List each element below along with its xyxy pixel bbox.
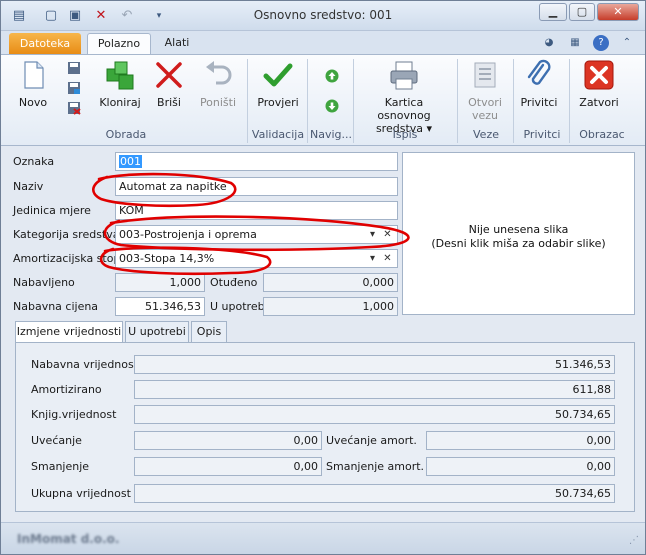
- label-nabavna-cijena: Nabavna cijena: [13, 300, 99, 313]
- oznaka-field[interactable]: 001: [115, 152, 398, 171]
- label-jedinica: Jedinica mjere: [13, 204, 91, 217]
- label-naziv: Naziv: [13, 180, 44, 193]
- save-small-icon[interactable]: [67, 61, 81, 75]
- tab-izmjene-vrijednosti[interactable]: Izmjene vrijednosti: [15, 321, 123, 343]
- open-link-button[interactable]: Otvori vezu: [463, 59, 507, 122]
- label-nabavljeno: Nabavljeno: [13, 276, 75, 289]
- group-label-navigacija: Navig...: [309, 128, 352, 141]
- delete-button[interactable]: Briši: [151, 59, 187, 109]
- label-uvecanje: Uvećanje: [31, 434, 82, 447]
- uvecanje-amort-field: 0,00: [426, 431, 615, 450]
- group-label-privitci: Privitci: [523, 128, 561, 141]
- label-u-upotrebi: U upotrebi: [210, 300, 268, 313]
- ribbon: Novo Kloniraj Briši Poništi Provjeri Kar…: [1, 54, 645, 146]
- save-delete-icon[interactable]: [67, 101, 81, 115]
- jedinica-field[interactable]: KOM: [115, 201, 398, 220]
- clone-icon: [106, 61, 134, 90]
- delete-x-icon: [156, 62, 182, 88]
- uvecanje-field: 0,00: [134, 431, 322, 450]
- nabavljeno-field: 1,000: [115, 273, 205, 292]
- undo-button[interactable]: Poništi: [195, 59, 241, 109]
- u-upotrebi-field: 1,000: [263, 297, 398, 316]
- arrow-down-icon[interactable]: [325, 99, 339, 113]
- label-amortizacija: Amortizacijska stopa: [13, 252, 128, 265]
- new-document-icon: [24, 61, 44, 89]
- close-form-button[interactable]: Zatvori: [577, 59, 621, 109]
- calculator-icon[interactable]: ▦: [567, 35, 583, 51]
- tab-u-upotrebi[interactable]: U upotrebi: [125, 321, 189, 342]
- group-label-obrada: Obrada: [105, 128, 147, 141]
- label-oznaka: Oznaka: [13, 155, 55, 168]
- nabavna-vrijednost-field: 51.346,53: [134, 355, 615, 374]
- clone-button[interactable]: Kloniraj: [95, 59, 145, 109]
- group-label-ispis: Ispis: [392, 128, 418, 141]
- naziv-field[interactable]: Automat za napitke: [115, 177, 398, 196]
- image-hint-text: (Desni klik miša za odabir slike): [431, 237, 606, 250]
- group-label-obrazac: Obrazac: [579, 128, 625, 141]
- label-nabavna-vrijednost: Nabavna vrijednost: [31, 358, 139, 371]
- label-smanjenje: Smanjenje: [31, 460, 90, 473]
- tab-opis[interactable]: Opis: [191, 321, 227, 342]
- help-icon[interactable]: ?: [593, 35, 609, 51]
- checkmark-icon: [263, 63, 293, 87]
- app-window: ▤ ▢ ▣ ✕ ↶ ▾ Osnovno sredstvo: 001 ▁ ▢ ✕ …: [0, 0, 646, 555]
- chevron-down-icon[interactable]: ▾: [365, 227, 380, 242]
- tab-tools[interactable]: Alati: [157, 33, 197, 55]
- clear-icon[interactable]: ✕: [380, 227, 395, 242]
- label-uvecanje-amort: Uvećanje amort.: [326, 434, 417, 447]
- chevron-down-icon[interactable]: ▾: [365, 251, 380, 266]
- ribbon-collapse-icon[interactable]: ⌃: [619, 35, 635, 51]
- company-name: InMomat d.o.o.: [17, 532, 120, 546]
- validate-button[interactable]: Provjeri: [255, 59, 301, 109]
- paperclip-icon: [527, 59, 551, 85]
- image-placeholder[interactable]: Nije unesena slika (Desni klik miša za o…: [402, 152, 635, 315]
- tab-file[interactable]: Datoteka: [9, 33, 81, 55]
- ribbon-tab-row: Datoteka Polazno Alati ◕ ▦ ? ⌃: [1, 31, 645, 55]
- new-button[interactable]: Novo: [13, 59, 53, 109]
- maximize-button[interactable]: ▢: [569, 3, 595, 21]
- asset-card-print-button[interactable]: Kartica osnovnog sredstva ▾: [357, 59, 451, 135]
- clear-icon[interactable]: ✕: [380, 251, 395, 266]
- attachments-button[interactable]: Privitci: [517, 59, 561, 109]
- label-amortizirano: Amortizirano: [31, 383, 102, 396]
- group-label-validacija: Validacija: [251, 128, 305, 141]
- label-otudjeno: Otuđeno: [210, 276, 258, 289]
- smanjenje-amort-field: 0,00: [426, 457, 615, 476]
- ukupna-vrijednost-field: 50.734,65: [134, 484, 615, 503]
- close-red-icon: [584, 60, 614, 90]
- printer-icon: [390, 61, 418, 90]
- label-smanjenje-amort: Smanjenje amort.: [326, 460, 425, 473]
- kategorija-select[interactable]: 003-Postrojenja i oprema ▾ ✕: [115, 225, 398, 244]
- group-label-veze: Veze: [473, 128, 499, 141]
- image-empty-text: Nije unesena slika: [468, 223, 569, 236]
- arrow-up-icon[interactable]: [325, 69, 339, 83]
- resize-grip-icon[interactable]: ⋰: [629, 535, 639, 546]
- amortizacija-select[interactable]: 003-Stopa 14,3% ▾ ✕: [115, 249, 398, 268]
- smanjenje-field: 0,00: [134, 457, 322, 476]
- status-bar: InMomat d.o.o. ⋰: [1, 522, 645, 554]
- label-ukupna-vrijednost: Ukupna vrijednost: [31, 487, 131, 500]
- label-kategorija: Kategorija sredstva: [13, 228, 120, 241]
- label-knjig-vrijednost: Knjig.vrijednost: [31, 408, 117, 421]
- otudjeno-field: 0,000: [263, 273, 398, 292]
- title-bar: ▤ ▢ ▣ ✕ ↶ ▾ Osnovno sredstvo: 001 ▁ ▢ ✕: [1, 1, 645, 31]
- nabavna-cijena-field[interactable]: 51.346,53: [115, 297, 205, 316]
- close-button[interactable]: ✕: [597, 3, 639, 21]
- undo-large-icon: [206, 61, 232, 85]
- minimize-button[interactable]: ▁: [539, 3, 567, 21]
- open-link-icon: [474, 62, 496, 88]
- save-copy-icon[interactable]: [67, 81, 81, 95]
- amortizirano-field: 611,88: [134, 380, 615, 399]
- knjig-vrijednost-field: 50.734,65: [134, 405, 615, 424]
- layout-icon[interactable]: ◕: [541, 35, 557, 51]
- tab-home[interactable]: Polazno: [87, 33, 151, 55]
